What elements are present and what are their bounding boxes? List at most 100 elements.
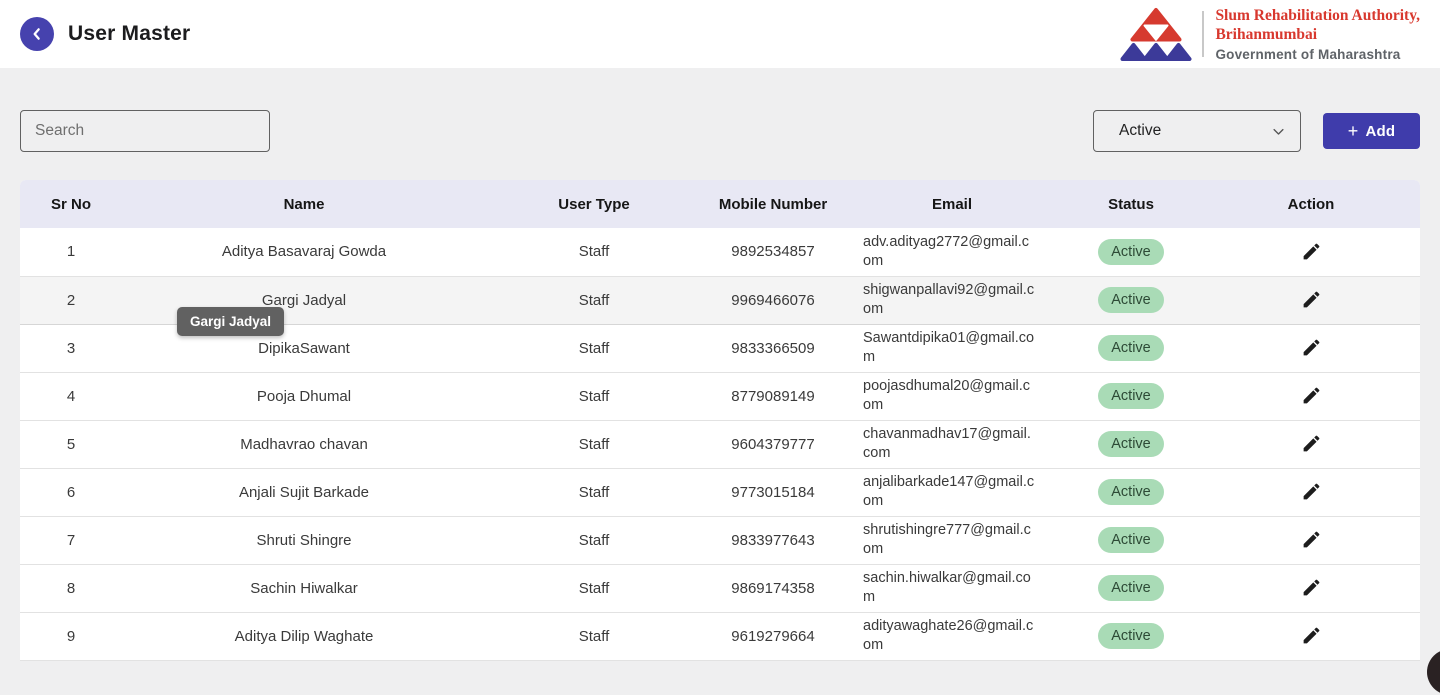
edit-button[interactable] — [1297, 622, 1325, 650]
cell-user-type: Staff — [486, 324, 702, 372]
add-button-label: Add — [1365, 123, 1395, 140]
status-filter-select[interactable]: Active — [1093, 110, 1301, 152]
column-header-email: Email — [844, 180, 1060, 228]
org-subtitle: Government of Maharashtra — [1215, 47, 1420, 62]
cell-email: chavanmadhav17@gmail.com — [844, 420, 1060, 468]
edit-button[interactable] — [1297, 238, 1325, 266]
cell-status: Active — [1060, 612, 1202, 660]
pencil-edit-icon — [1301, 433, 1322, 454]
edit-button[interactable] — [1297, 334, 1325, 362]
edit-button[interactable] — [1297, 574, 1325, 602]
cell-sr-no: 1 — [20, 228, 122, 276]
toolbar: Active + Add — [0, 68, 1440, 152]
status-badge: Active — [1098, 479, 1164, 505]
cell-mobile: 9833366509 — [702, 324, 844, 372]
pencil-edit-icon — [1301, 337, 1322, 358]
floating-button-partial[interactable] — [1427, 649, 1440, 695]
plus-icon: + — [1348, 122, 1359, 140]
cell-email: Sawantdipika01@gmail.com — [844, 324, 1060, 372]
column-header-sr-no: Sr No — [20, 180, 122, 228]
pencil-edit-icon — [1301, 241, 1322, 262]
cell-user-type: Staff — [486, 420, 702, 468]
cell-sr-no: 4 — [20, 372, 122, 420]
status-badge: Active — [1098, 623, 1164, 649]
column-header-status: Status — [1060, 180, 1202, 228]
cell-mobile: 9892534857 — [702, 228, 844, 276]
cell-user-type: Staff — [486, 612, 702, 660]
cell-email: adityawaghate26@gmail.com — [844, 612, 1060, 660]
cell-status: Active — [1060, 564, 1202, 612]
table-row: 8Sachin HiwalkarStaff9869174358sachin.hi… — [20, 564, 1420, 612]
edit-button[interactable] — [1297, 286, 1325, 314]
cell-mobile: 9619279664 — [702, 612, 844, 660]
cell-name: Shruti Shingre — [122, 516, 486, 564]
cell-email: shigwanpallavi92@gmail.com — [844, 276, 1060, 324]
users-table-card: Sr No Name User Type Mobile Number Email… — [20, 180, 1420, 661]
back-button[interactable] — [20, 17, 54, 51]
status-filter-value: Active — [1119, 122, 1161, 140]
cell-sr-no: 8 — [20, 564, 122, 612]
cell-user-type: Staff — [486, 468, 702, 516]
cell-mobile: 9969466076 — [702, 276, 844, 324]
cell-sr-no: 2 — [20, 276, 122, 324]
cell-mobile: 9604379777 — [702, 420, 844, 468]
pencil-edit-icon — [1301, 577, 1322, 598]
cell-email: poojasdhumal20@gmail.com — [844, 372, 1060, 420]
pencil-edit-icon — [1301, 529, 1322, 550]
sra-triangles-logo-icon — [1119, 6, 1193, 63]
cell-status: Active — [1060, 228, 1202, 276]
pencil-edit-icon — [1301, 481, 1322, 502]
cell-name: Anjali Sujit Barkade — [122, 468, 486, 516]
cell-status: Active — [1060, 276, 1202, 324]
cell-sr-no: 3 — [20, 324, 122, 372]
table-row: 5Madhavrao chavanStaff9604379777chavanma… — [20, 420, 1420, 468]
cell-action — [1202, 372, 1420, 420]
chevron-left-icon — [29, 26, 45, 42]
cell-email: sachin.hiwalkar@gmail.com — [844, 564, 1060, 612]
add-button[interactable]: + Add — [1323, 113, 1420, 149]
cell-name: Aditya Dilip Waghate — [122, 612, 486, 660]
edit-button[interactable] — [1297, 382, 1325, 410]
column-header-user-type: User Type — [486, 180, 702, 228]
column-header-name: Name — [122, 180, 486, 228]
cell-action — [1202, 324, 1420, 372]
cell-status: Active — [1060, 372, 1202, 420]
users-table: Sr No Name User Type Mobile Number Email… — [20, 180, 1420, 661]
cell-mobile: 8779089149 — [702, 372, 844, 420]
search-input[interactable] — [20, 110, 270, 152]
cell-action — [1202, 228, 1420, 276]
cell-action — [1202, 564, 1420, 612]
cell-mobile: 9833977643 — [702, 516, 844, 564]
chevron-down-icon — [1271, 124, 1286, 139]
cell-user-type: Staff — [486, 372, 702, 420]
cell-user-type: Staff — [486, 276, 702, 324]
cell-status: Active — [1060, 420, 1202, 468]
cell-name: Pooja Dhumal — [122, 372, 486, 420]
status-badge: Active — [1098, 239, 1164, 265]
cell-name: Aditya Basavaraj Gowda — [122, 228, 486, 276]
cell-user-type: Staff — [486, 564, 702, 612]
page-title: User Master — [68, 22, 190, 46]
cell-action — [1202, 468, 1420, 516]
pencil-edit-icon — [1301, 385, 1322, 406]
org-name-line1: Slum Rehabilitation Authority, — [1215, 6, 1420, 25]
users-table-body: 1Aditya Basavaraj GowdaStaff9892534857ad… — [20, 228, 1420, 660]
cell-sr-no: 9 — [20, 612, 122, 660]
cell-name: Sachin Hiwalkar — [122, 564, 486, 612]
pencil-edit-icon — [1301, 289, 1322, 310]
name-tooltip: Gargi Jadyal — [177, 307, 284, 336]
edit-button[interactable] — [1297, 430, 1325, 458]
org-logo: Slum Rehabilitation Authority, Brihanmum… — [1119, 6, 1420, 63]
logo-divider — [1202, 11, 1204, 57]
table-row: 7Shruti ShingreStaff9833977643shrutishin… — [20, 516, 1420, 564]
edit-button[interactable] — [1297, 526, 1325, 554]
cell-user-type: Staff — [486, 516, 702, 564]
cell-name: Madhavrao chavan — [122, 420, 486, 468]
app-header: User Master Slum Rehabilitation Authorit… — [0, 0, 1440, 68]
cell-sr-no: 7 — [20, 516, 122, 564]
edit-button[interactable] — [1297, 478, 1325, 506]
cell-action — [1202, 420, 1420, 468]
cell-user-type: Staff — [486, 228, 702, 276]
cell-mobile: 9773015184 — [702, 468, 844, 516]
cell-sr-no: 6 — [20, 468, 122, 516]
